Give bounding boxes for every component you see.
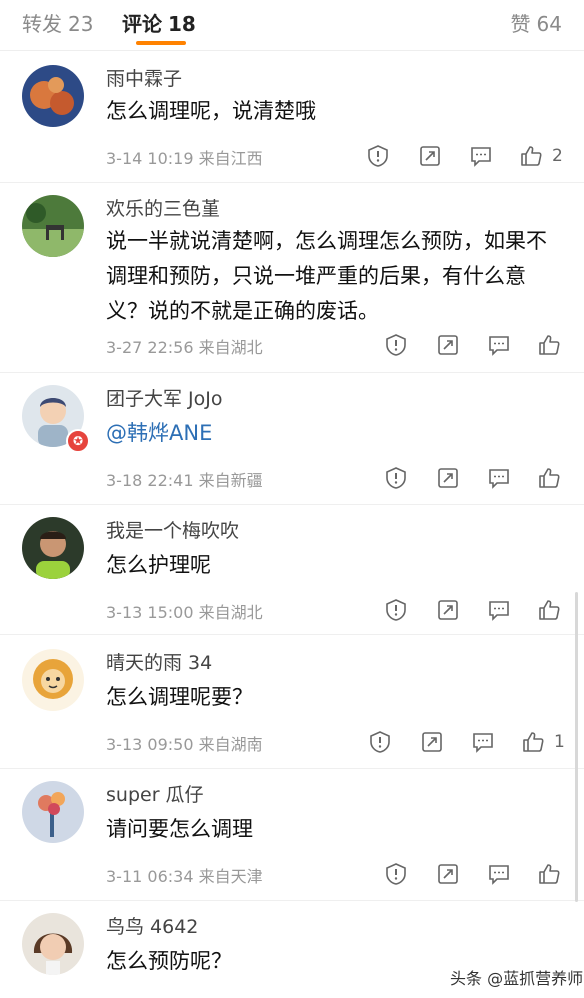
- tab-repost[interactable]: 转发 23: [22, 8, 93, 37]
- report-icon[interactable]: [384, 862, 408, 886]
- like-icon[interactable]: [537, 466, 561, 490]
- tab-repost-count: 23: [68, 12, 94, 36]
- comment-time: 3-27 22:56: [106, 338, 194, 357]
- comment-icon[interactable]: [487, 466, 511, 490]
- comment-text: 怎么护理呢: [106, 553, 211, 577]
- comment-username[interactable]: 雨中霖子: [106, 64, 182, 91]
- avatar[interactable]: [22, 65, 84, 127]
- report-icon[interactable]: [384, 333, 408, 357]
- tab-like-label: 赞: [510, 12, 531, 36]
- like-count: 1: [554, 732, 565, 752]
- tab-comment[interactable]: 评论 18: [122, 8, 196, 37]
- verified-badge-icon: ✪: [66, 429, 90, 453]
- avatar[interactable]: [22, 781, 84, 843]
- like-icon[interactable]: [519, 144, 543, 168]
- comment-text: 说一半就说清楚啊，怎么调理怎么预防，如果不调理和预防，只说一堆严重的后果，有什么…: [106, 229, 547, 323]
- comment-tabs: 转发 23 评论 18 赞 64: [0, 0, 584, 51]
- comment-meta: 3-18 22:41 来自新疆: [106, 467, 263, 491]
- like-icon[interactable]: [537, 862, 561, 886]
- comment-item: 雨中霖子 怎么调理呢，说清楚哦 3-14 10:19 来自江西 2: [0, 52, 584, 183]
- comment-actions: [384, 862, 574, 888]
- repost-icon[interactable]: [436, 466, 460, 490]
- report-icon[interactable]: [384, 466, 408, 490]
- avatar[interactable]: [22, 913, 84, 975]
- comment-item: 我是一个梅吹吹 怎么护理呢 3-13 15:00 来自湖北: [0, 504, 584, 635]
- comment-item: 欢乐的三色堇 说一半就说清楚啊，怎么调理怎么预防，如果不调理和预防，只说一堆严重…: [0, 182, 584, 373]
- comment-item: ✪ 团子大军 JoJo @韩烨ANE 3-18 22:41 来自新疆: [0, 372, 584, 505]
- comment-time: 3-13 15:00: [106, 603, 194, 622]
- tab-repost-label: 转发: [22, 12, 62, 36]
- comment-username[interactable]: super 瓜仔: [106, 780, 204, 807]
- comment-time: 3-13 09:50: [106, 735, 194, 754]
- comment-mention-link[interactable]: @韩烨ANE: [106, 416, 566, 451]
- scrollbar[interactable]: [575, 592, 578, 902]
- comment-actions: [384, 598, 574, 624]
- tab-comment-count: 18: [168, 12, 196, 36]
- like-icon[interactable]: [521, 730, 545, 754]
- comment-actions: [384, 466, 574, 492]
- avatar[interactable]: [22, 649, 84, 711]
- tab-like-count: 64: [536, 12, 562, 36]
- comment-source: 来自江西: [198, 149, 263, 168]
- comment-meta: 3-13 15:00 来自湖北: [106, 599, 263, 623]
- tab-like[interactable]: 赞 64: [511, 8, 562, 37]
- repost-icon[interactable]: [436, 862, 460, 886]
- comment-source: 来自新疆: [198, 471, 263, 490]
- like-icon[interactable]: [537, 333, 561, 357]
- comment-username[interactable]: 鸟鸟 4642: [106, 912, 198, 939]
- comment-text: 怎么调理呢，说清楚哦: [106, 99, 316, 123]
- like-icon[interactable]: [537, 598, 561, 622]
- comment-item: super 瓜仔 请问要怎么调理 3-11 06:34 来自天津: [0, 768, 584, 901]
- avatar[interactable]: [22, 195, 84, 257]
- comment-text: 请问要怎么调理: [106, 817, 253, 841]
- like-count: 2: [552, 146, 563, 166]
- report-icon[interactable]: [368, 730, 392, 754]
- comment-actions: [384, 333, 574, 359]
- watermark: 头条 @蓝抓营养师: [450, 969, 584, 988]
- comment-username[interactable]: 团子大军 JoJo: [106, 384, 223, 411]
- report-icon[interactable]: [384, 598, 408, 622]
- comment-time: 3-14 10:19: [106, 149, 194, 168]
- repost-icon[interactable]: [436, 333, 460, 357]
- repost-icon[interactable]: [420, 730, 444, 754]
- repost-icon[interactable]: [418, 144, 442, 168]
- tab-comment-label: 评论: [122, 12, 162, 36]
- comment-username[interactable]: 晴天的雨 34: [106, 648, 212, 675]
- comment-actions: 1: [368, 730, 574, 756]
- comment-time: 3-11 06:34: [106, 867, 194, 886]
- avatar[interactable]: [22, 517, 84, 579]
- comment-icon[interactable]: [487, 598, 511, 622]
- comment-source: 来自天津: [198, 867, 263, 886]
- comment-meta: 3-14 10:19 来自江西: [106, 145, 263, 169]
- report-icon[interactable]: [366, 144, 390, 168]
- comment-username[interactable]: 欢乐的三色堇: [106, 194, 220, 221]
- comment-item: 晴天的雨 34 怎么调理呢要？ 3-13 09:50 来自湖南 1: [0, 636, 584, 769]
- comment-source: 来自湖北: [198, 603, 263, 622]
- comment-icon[interactable]: [469, 144, 493, 168]
- comment-source: 来自湖北: [198, 338, 263, 357]
- active-tab-indicator: [136, 41, 186, 45]
- comment-source: 来自湖南: [198, 735, 263, 754]
- repost-icon[interactable]: [436, 598, 460, 622]
- comment-icon[interactable]: [487, 333, 511, 357]
- comment-actions: 2: [366, 144, 576, 170]
- comment-meta: 3-27 22:56 来自湖北: [106, 334, 263, 358]
- comment-time: 3-18 22:41: [106, 471, 194, 490]
- comment-meta: 3-13 09:50 来自湖南: [106, 731, 263, 755]
- comment-meta: 3-11 06:34 来自天津: [106, 863, 263, 887]
- comment-username[interactable]: 我是一个梅吹吹: [106, 516, 239, 543]
- comment-text: 怎么调理呢要？: [106, 685, 253, 709]
- comment-icon[interactable]: [487, 862, 511, 886]
- comment-icon[interactable]: [471, 730, 495, 754]
